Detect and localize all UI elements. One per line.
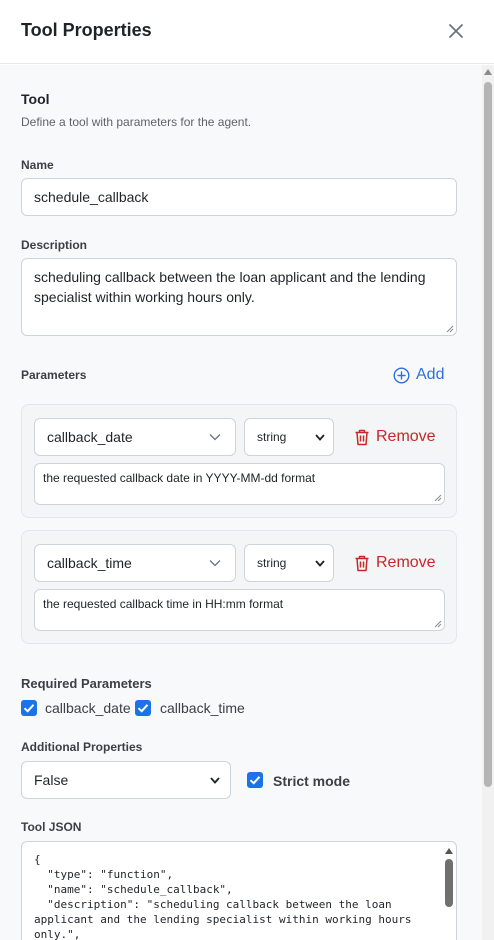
parameter-name-select[interactable]: callback_time [34, 544, 236, 582]
close-button[interactable] [446, 21, 466, 41]
parameter-description-textarea[interactable]: the requested callback date in YYYY-MM-d… [34, 463, 445, 505]
parameter-description-value: the requested callback date in YYYY-MM-d… [43, 471, 316, 485]
additional-properties-select[interactable]: False [21, 761, 231, 799]
tool-json-text: { "type": "function", "name": "schedule_… [34, 853, 412, 940]
tool-section-description: Define a tool with parameters for the ag… [21, 115, 252, 129]
parameter-type-value: string [257, 430, 287, 444]
chevron-down-icon [315, 560, 325, 567]
panel-title: Tool Properties [21, 20, 152, 40]
required-checkbox-callback-date[interactable] [21, 700, 37, 716]
chevron-down-icon [315, 434, 325, 441]
parameter-card: callback_date string Remove the requeste… [21, 404, 457, 518]
trash-icon [355, 555, 369, 571]
parameter-type-select[interactable]: string [244, 544, 334, 582]
required-checkbox-callback-time[interactable] [135, 700, 151, 716]
tool-json-label: Tool JSON [21, 820, 82, 834]
parameter-description-textarea[interactable]: the requested callback time in HH:mm for… [34, 589, 445, 631]
resize-grip-icon[interactable] [446, 325, 454, 333]
json-scrollbar[interactable] [442, 842, 456, 940]
parameter-type-select[interactable]: string [244, 418, 334, 456]
plus-circle-icon [393, 366, 410, 384]
checkmark-icon [23, 704, 35, 713]
required-parameters-label: Required Parameters [21, 676, 152, 691]
name-input-value: schedule_callback [34, 189, 149, 205]
checkmark-icon [137, 704, 149, 713]
parameter-type-value: string [257, 556, 287, 570]
parameter-description-value: the requested callback time in HH:mm for… [43, 597, 284, 611]
parameter-card: callback_time string Remove the requeste… [21, 530, 457, 644]
additional-properties-value: False [34, 772, 69, 788]
parameter-name-value: callback_date [47, 429, 133, 445]
remove-parameter-label: Remove [376, 428, 436, 445]
name-label: Name [21, 158, 54, 172]
required-label-callback-time[interactable]: callback_time [160, 700, 245, 716]
tool-section-title: Tool [21, 91, 50, 107]
page-scrollbar[interactable] [482, 65, 494, 940]
strict-mode-label[interactable]: Strict mode [273, 773, 350, 789]
resize-grip-icon[interactable] [434, 494, 442, 502]
add-parameter-label: Add [416, 366, 445, 383]
chevron-down-icon [210, 777, 220, 784]
remove-parameter-button[interactable]: Remove [354, 552, 436, 574]
required-label-callback-date[interactable]: callback_date [45, 700, 131, 716]
tool-json-editor[interactable]: { "type": "function", "name": "schedule_… [21, 841, 457, 940]
json-scroll-thumb[interactable] [445, 859, 453, 907]
parameter-name-value: callback_time [47, 555, 132, 571]
parameter-name-select[interactable]: callback_date [34, 418, 236, 456]
scroll-up-arrow-icon[interactable] [445, 848, 453, 854]
description-textarea[interactable]: scheduling callback between the loan app… [21, 258, 457, 336]
remove-parameter-label: Remove [376, 554, 436, 571]
remove-parameter-button[interactable]: Remove [354, 426, 436, 448]
description-textarea-value: scheduling callback between the loan app… [34, 269, 426, 305]
chevron-down-icon [209, 560, 221, 567]
name-input[interactable]: schedule_callback [21, 178, 457, 216]
scroll-up-arrow-icon[interactable] [484, 69, 492, 75]
add-parameter-button[interactable]: Add [393, 365, 444, 385]
description-label: Description [21, 238, 88, 252]
chevron-down-icon [209, 434, 221, 441]
trash-icon [355, 429, 369, 445]
panel-header: Tool Properties [0, 0, 494, 64]
close-icon [449, 24, 463, 38]
additional-properties-label: Additional Properties [21, 740, 143, 754]
properties-body: Tool Define a tool with parameters for t… [0, 65, 482, 940]
strict-mode-checkbox[interactable] [247, 772, 263, 788]
checkmark-icon [249, 776, 261, 785]
parameters-label: Parameters [21, 368, 87, 382]
page-scroll-thumb[interactable] [484, 82, 492, 787]
resize-grip-icon[interactable] [434, 620, 442, 628]
